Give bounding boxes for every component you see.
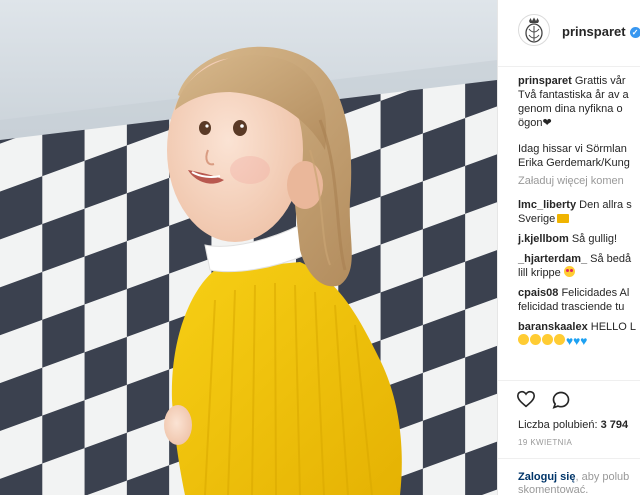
post-author-name[interactable]: prinsparet xyxy=(562,24,626,39)
list-item: lmc_liberty Den allra s Sverige xyxy=(518,198,640,226)
caption-text: Erika Gerdemark/Kung xyxy=(518,157,630,169)
comment-author[interactable]: j.kjellbom xyxy=(518,233,569,245)
like-heart-icon[interactable] xyxy=(516,390,536,408)
comment-text: Den allra s xyxy=(579,199,632,211)
avatar[interactable] xyxy=(518,14,550,46)
comment-text: HELLO L xyxy=(590,321,637,333)
caption-text: Idag hissar vi Sörmlan xyxy=(518,143,627,155)
comment-text: Så gullig! xyxy=(571,233,618,245)
smile-emoji-icon xyxy=(518,334,529,345)
photo-child-yellow-sweater xyxy=(0,0,497,495)
blue-heart-icon: ♥ xyxy=(580,334,588,348)
smile-emoji-icon xyxy=(542,334,553,345)
verified-badge-icon: ✓ xyxy=(629,27,640,38)
caption-text: Två fantastiska år av a xyxy=(518,89,629,101)
comment-author[interactable]: _hjarterdam_ xyxy=(518,253,587,265)
login-prompt-text: skomentować. xyxy=(518,484,589,495)
post-side-panel: prinsparet ✓ prinsparet Grattis vår Två f… xyxy=(498,0,640,495)
emoji-row-icon: ♥♥♥ xyxy=(518,334,640,348)
comment-bubble-icon[interactable] xyxy=(551,390,571,410)
royal-crest-icon xyxy=(525,17,543,43)
post-header: prinsparet ✓ xyxy=(498,0,640,67)
post-caption: prinsparet Grattis vår Två fantastiska å… xyxy=(518,74,640,130)
post-author[interactable]: prinsparet ✓ xyxy=(562,24,640,39)
caption-text: ögon xyxy=(518,117,543,129)
comment-author[interactable]: baranskaalex xyxy=(518,321,588,333)
login-prompt: Zaloguj się, aby polub skomentować. xyxy=(498,458,640,495)
post-caption-more: Idag hissar vi Sörmlan Erika Gerdemark/K… xyxy=(518,142,640,170)
black-heart-icon: ❤ xyxy=(542,117,552,129)
comment-text: Felicidades Al xyxy=(561,287,630,299)
comment-author[interactable]: cpais08 xyxy=(518,287,558,299)
post-photo[interactable] xyxy=(0,0,497,495)
likes-count[interactable]: Liczba polubień: 3 794 xyxy=(518,419,628,431)
comment-text: lill krippe xyxy=(518,267,561,279)
smile-emoji-icon xyxy=(554,334,565,345)
caption-author[interactable]: prinsparet xyxy=(518,75,572,87)
likes-number: 3 794 xyxy=(600,419,629,431)
caption-text: Grattis vår xyxy=(574,75,626,87)
login-prompt-text: , aby polub xyxy=(575,471,630,483)
crown-icon xyxy=(557,214,570,223)
load-more-comments-link[interactable]: Załaduj więcej komen xyxy=(518,174,640,188)
post-date[interactable]: 19 KWIETNIA xyxy=(518,438,572,447)
heart-eyes-emoji-icon xyxy=(563,266,575,277)
smile-emoji-icon xyxy=(530,334,541,345)
login-link[interactable]: Zaloguj się xyxy=(518,471,575,483)
comment-text: felicidad trasciende tu xyxy=(518,301,625,313)
list-item: baranskaalex HELLO L ♥♥♥ xyxy=(518,320,640,348)
list-item: _hjarterdam_ Så bedå lill krippe xyxy=(518,252,640,280)
comments-list: prinsparet Grattis vår Två fantastiska å… xyxy=(518,74,640,353)
list-item: j.kjellbom Så gullig! xyxy=(518,232,640,246)
comment-text: Så bedå xyxy=(590,253,632,265)
comment-author[interactable]: lmc_liberty xyxy=(518,199,576,211)
caption-text: genom dina nyfikna o xyxy=(518,103,623,115)
likes-label: Liczba polubień: xyxy=(518,419,598,431)
post-actions xyxy=(498,380,640,417)
comment-text: Sverige xyxy=(518,213,556,225)
list-item: cpais08 Felicidades Al felicidad trascie… xyxy=(518,286,640,314)
